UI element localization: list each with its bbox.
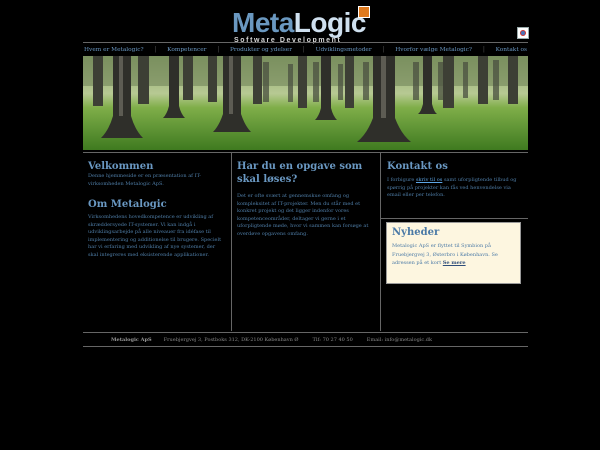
- nav-separator: |: [482, 46, 485, 53]
- task-heading: Har du en opgave som skal løses?: [237, 161, 363, 185]
- contact-column: Kontakt os I forbigure skriv til os samt…: [387, 160, 523, 200]
- horizontal-divider: [83, 152, 528, 153]
- browser-badge-icon[interactable]: [517, 27, 529, 39]
- about-text: Virksomhedens hovedkompetence er udvikli…: [88, 214, 222, 258]
- banner-trees-image: [83, 56, 528, 150]
- nav-item-hvorfor[interactable]: Hvorfor vælge Metalogic?: [394, 47, 473, 53]
- nav-separator: |: [217, 46, 220, 53]
- main-navigation: Hvem er Metalogic? | Kompetencer | Produ…: [83, 42, 528, 57]
- task-text: Det er ofte svært at gennemskue omfang o…: [237, 193, 369, 237]
- trees-illustration: [83, 56, 528, 150]
- nav-separator: |: [154, 46, 157, 53]
- news-text: Metalogic ApS er flyttet til Symbion på …: [392, 243, 498, 266]
- nav-item-kontakt[interactable]: Kontakt os: [495, 47, 528, 53]
- contact-heading: Kontakt os: [387, 161, 448, 172]
- about-heading: Om Metalogic: [88, 199, 167, 210]
- nav-separator: |: [302, 46, 305, 53]
- contact-text: I forbigure skriv til os samt uforpligte…: [387, 177, 517, 198]
- footer-address: Fruebjergvej 3, Postboks 312, DK-2100 Kø…: [163, 336, 299, 343]
- welcome-heading: Velkommen: [88, 161, 154, 172]
- nav-item-kompetencer[interactable]: Kompetencer: [166, 47, 207, 53]
- news-box: Nyheder Metalogic ApS er flyttet til Sym…: [386, 222, 521, 284]
- news-heading: Nyheder: [392, 227, 440, 238]
- metalogic-logo[interactable]: MetaLogic Software Development: [232, 6, 382, 46]
- footer: Metalogic ApS Fruebjergvej 3, Postboks 3…: [83, 332, 528, 347]
- welcome-text: Denne hjemmeside er en præsentation af I…: [88, 173, 201, 187]
- contact-link[interactable]: skriv til os: [416, 177, 442, 183]
- news-more-link[interactable]: Se mere: [443, 260, 466, 266]
- logo-wordmark: MetaLogic: [232, 7, 366, 38]
- nav-separator: |: [382, 46, 385, 53]
- footer-email[interactable]: Email: info@metalogic.dk: [367, 337, 432, 343]
- nav-item-hvem[interactable]: Hvem er Metalogic?: [83, 47, 145, 53]
- footer-phone: Tlf: 70 27 40 50: [312, 336, 353, 343]
- logo-square-icon: [358, 6, 370, 18]
- column-divider: [380, 153, 381, 331]
- contact-divider: [381, 218, 528, 219]
- task-column: Har du en opgave som skal løses? Det er …: [237, 160, 375, 238]
- nav-item-udviklingsmetoder[interactable]: Udviklingsmetoder: [315, 47, 373, 53]
- nav-item-produkter[interactable]: Produkter og ydelser: [229, 47, 293, 53]
- column-divider: [231, 153, 232, 331]
- welcome-column: Velkommen Denne hjemmeside er en præsent…: [88, 160, 226, 259]
- footer-company: Metalogic ApS: [111, 336, 152, 343]
